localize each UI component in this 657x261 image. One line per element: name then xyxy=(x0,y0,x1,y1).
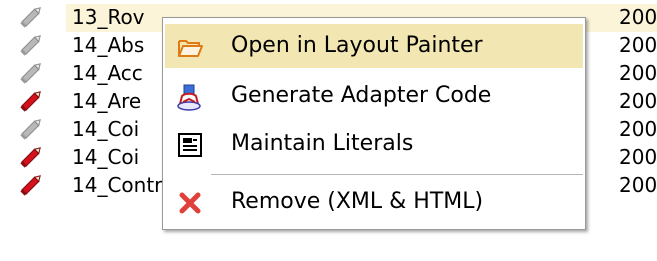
file-date: 2006 xyxy=(619,89,657,113)
red-x-remove-icon xyxy=(175,188,205,218)
pencil-red-icon xyxy=(16,170,46,200)
menu-item-label: Maintain Literals xyxy=(231,131,414,156)
menu-item-label: Open in Layout Painter xyxy=(231,33,483,58)
file-name: 14_Are xyxy=(72,89,142,113)
menu-separator xyxy=(211,174,583,175)
menu-item-remove[interactable]: Remove (XML & HTML) xyxy=(165,180,583,224)
file-date: 2006 xyxy=(619,5,657,29)
menu-item-label: Generate Adapter Code xyxy=(231,83,492,108)
file-name: 14_Acc xyxy=(72,61,143,85)
open-folder-icon xyxy=(175,32,205,62)
context-menu: Open in Layout Painter Generate Adapter … xyxy=(162,17,586,230)
menu-item-label: Remove (XML & HTML) xyxy=(231,189,484,214)
file-date: 2006 xyxy=(619,145,657,169)
menu-item-maintain-literals[interactable]: Maintain Literals xyxy=(165,122,583,166)
file-date: 2006 xyxy=(619,173,657,197)
menu-item-generate-adapter-code[interactable]: Generate Adapter Code xyxy=(165,74,583,118)
file-name: 14_Coi xyxy=(72,145,140,169)
literals-document-icon xyxy=(175,130,205,160)
file-date: 2006 xyxy=(619,33,657,57)
file-date: 2006 xyxy=(619,61,657,85)
file-name: 14_Coi xyxy=(72,117,140,141)
code-gear-icon xyxy=(175,82,205,112)
file-name: 14_Abs xyxy=(72,33,145,57)
menu-item-open-layout-painter[interactable]: Open in Layout Painter xyxy=(165,24,583,68)
file-name: 13_Rov xyxy=(72,5,145,29)
file-date: 2006 xyxy=(619,117,657,141)
